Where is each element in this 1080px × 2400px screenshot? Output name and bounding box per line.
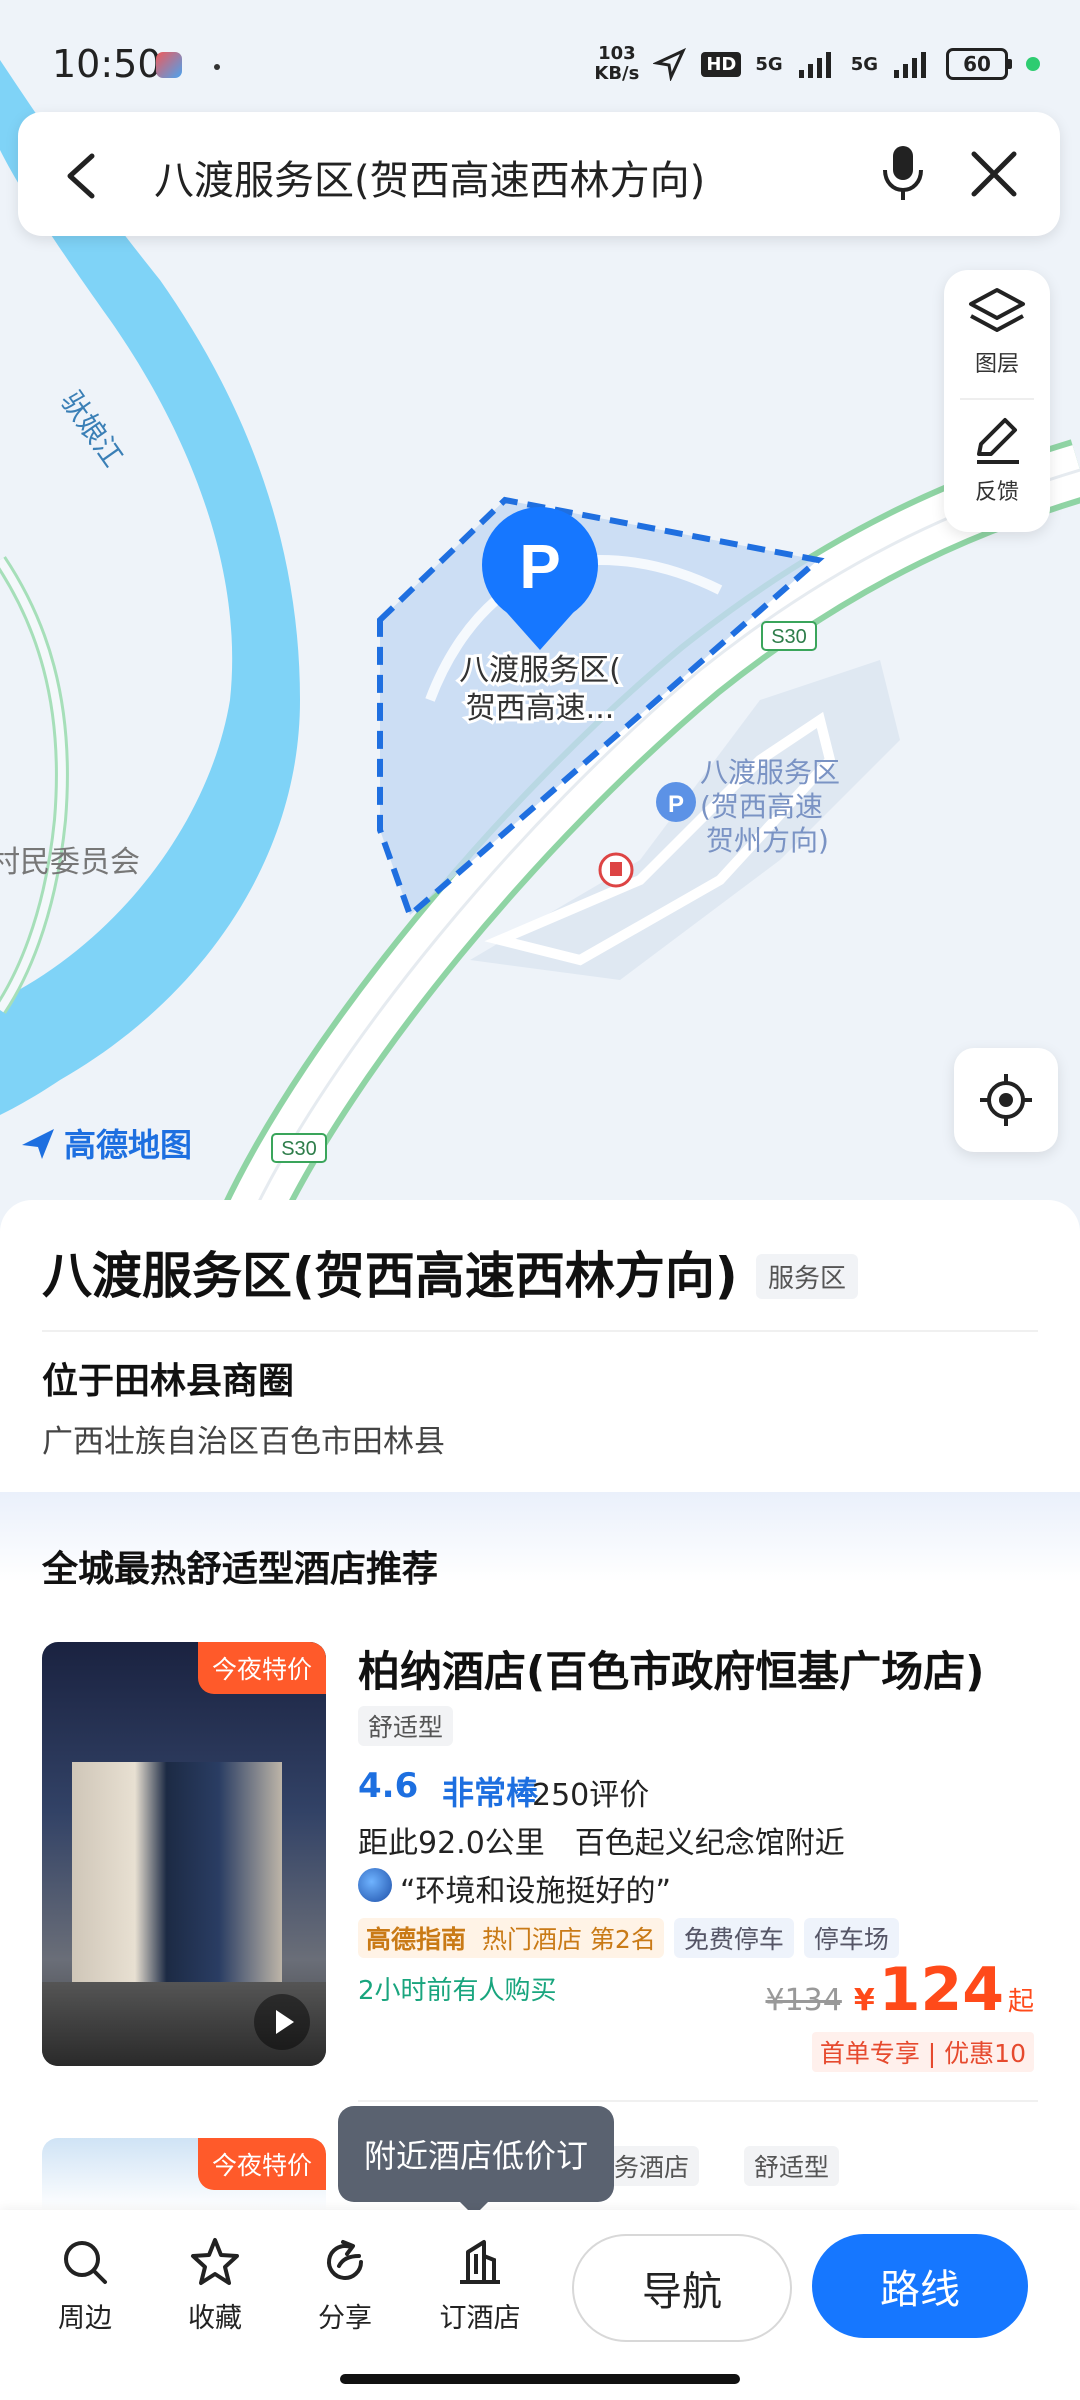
bottom-action-bar: 周边 收藏 分享 订酒店 导航 路线 (0, 2210, 1080, 2400)
hotel-review-count: 250评价 (532, 1778, 650, 1813)
feedback-label: 反馈 (974, 480, 1019, 505)
other-poi-line2: (贺西高速 (700, 790, 823, 823)
currency-symbol: ¥ (853, 1983, 875, 2018)
area-title[interactable]: 位于田林县商圈 (42, 1352, 294, 1404)
status-bar: 10:50 103 KB/s HD 5G 5G 60 (0, 0, 1080, 130)
search-bar[interactable]: 八渡服务区(贺西高速西林方向) (18, 112, 1060, 236)
favorite-label: 收藏 (188, 2303, 242, 2334)
tonight-deal-badge-2: 今夜特价 (197, 2138, 326, 2190)
back-icon[interactable] (58, 150, 104, 202)
hotel-rank: 热门酒店 第2名 (481, 1925, 656, 1954)
hotel-review-quote: “环境和设施挺好的” (400, 1874, 672, 1909)
hotel-building-icon (460, 2240, 500, 2284)
hotel-image[interactable]: 今夜特价 (42, 1642, 326, 2066)
current-price: 124 (878, 1955, 1004, 2025)
hotel-type-chip: 舒适型 (358, 1706, 454, 1746)
place-title: 八渡服务区(贺西高速西林方向) (42, 1247, 738, 1305)
place-category-tag: 服务区 (756, 1254, 859, 1299)
book-hotel-button[interactable]: 订酒店 (428, 2236, 532, 2335)
layers-icon (969, 288, 1025, 332)
location-arrow-icon (653, 47, 687, 81)
tonight-deal-badge: 今夜特价 (197, 1642, 326, 1694)
route-button[interactable]: 路线 (812, 2234, 1028, 2338)
locate-me-button[interactable] (954, 1048, 1058, 1152)
hd-badge: HD (701, 51, 742, 77)
book-hotel-label: 订酒店 (439, 2303, 521, 2334)
amap-logo-icon (22, 1129, 54, 1159)
network-label-1: 5G (755, 53, 783, 75)
close-icon[interactable] (968, 148, 1020, 200)
nearby-label: 周边 (58, 2303, 112, 2334)
hotel-price[interactable]: ¥134 ¥ 124 起 (766, 1960, 1035, 2020)
reviewer-avatar (358, 1868, 392, 1902)
gas-station-icon[interactable] (598, 852, 634, 888)
hotel-score: 4.6 (358, 1766, 419, 1806)
net-speed-value: 103 (598, 43, 636, 64)
battery-level: 60 (946, 48, 1008, 80)
hotel2-type-chip-2: 舒适型 (744, 2146, 840, 2186)
hotel-rating-word: 非常棒 (442, 1774, 539, 1812)
original-price: ¥134 (765, 1983, 842, 2018)
play-video-button[interactable] (254, 1994, 310, 2050)
promo-badge: 首单专享 | 优惠10 (811, 2032, 1034, 2072)
guide-brand: 高德指南 (366, 1925, 467, 1954)
charging-dot-icon (1026, 57, 1040, 71)
share-button[interactable]: 分享 (300, 2236, 390, 2335)
feedback-edit-icon (977, 418, 1019, 464)
map-watermark: 高德地图 (18, 1120, 192, 1166)
feature-chip: 停车场 (803, 1918, 899, 1958)
home-indicator[interactable] (340, 2374, 740, 2384)
divider (358, 2100, 1038, 2102)
notification-dot-icon (214, 64, 220, 70)
svg-text:P: P (519, 533, 560, 602)
net-speed-unit: KB/s (594, 63, 640, 84)
crosshair-icon (980, 1074, 1032, 1126)
star-icon (191, 2238, 239, 2285)
highway-shield-2: S30 (281, 1138, 317, 1160)
other-poi-line3: 贺州方向) (706, 824, 829, 857)
share-icon (327, 2240, 363, 2280)
recent-purchase: 2小时前有人购买 (358, 1976, 557, 2006)
search-query[interactable]: 八渡服务区(贺西高速西林方向) (154, 148, 705, 206)
main-poi-name-line1: 八渡服务区( (459, 653, 621, 688)
signal-icon-1 (798, 52, 831, 78)
status-time: 10:50 (52, 42, 162, 86)
navigate-button[interactable]: 导航 (572, 2234, 792, 2342)
battery-icon: 60 (946, 48, 1012, 80)
share-label: 分享 (318, 2303, 372, 2334)
hotel-tags-row: 高德指南 热门酒店 第2名 免费停车 停车场 (358, 1918, 899, 1958)
microphone-icon[interactable] (878, 142, 928, 206)
village-label: 村民委员会 (0, 845, 140, 880)
hotel-tooltip[interactable]: 附近酒店低价订 (338, 2106, 614, 2202)
hotel-distance: 距此92.0公里 百色起义纪念馆附近 (358, 1826, 845, 1861)
favorite-button[interactable]: 收藏 (170, 2236, 260, 2335)
other-poi-icon[interactable]: P (656, 782, 696, 822)
search-icon (64, 2241, 107, 2284)
divider (42, 1330, 1038, 1332)
layers-button[interactable]: 图层 (944, 284, 1050, 378)
feedback-button[interactable]: 反馈 (944, 412, 1050, 506)
network-label-2: 5G (850, 53, 878, 75)
play-icon (276, 2010, 294, 2034)
main-poi-name-line2: 贺西高速... (466, 691, 615, 726)
status-right: 103 KB/s HD 5G 5G 60 (594, 44, 1040, 84)
hotel-image-2[interactable]: 今夜特价 (42, 2138, 326, 2210)
area-address: 广西壮族自治区百色市田林县 (42, 1424, 445, 1460)
other-poi-line1: 八渡服务区 (700, 756, 840, 789)
watermark-text: 高德地图 (64, 1126, 193, 1164)
layers-label: 图层 (974, 352, 1019, 377)
hotel-name[interactable]: 柏纳酒店(百色市政府恒基广场店) (358, 1638, 984, 1699)
feature-chip: 免费停车 (673, 1918, 794, 1958)
hotel-section-title: 全城最热舒适型酒店推荐 (42, 1549, 439, 1590)
highway-shield-1: S30 (771, 626, 807, 648)
svg-text:P: P (668, 791, 684, 818)
nearby-button[interactable]: 周边 (40, 2236, 130, 2335)
app-notification-icon (156, 52, 182, 78)
map-tools: 图层 反馈 (944, 270, 1050, 532)
price-suffix: 起 (1007, 1987, 1034, 2017)
signal-icon-2 (894, 52, 926, 78)
hotel2-type-chip-1: 务酒店 (604, 2146, 700, 2186)
